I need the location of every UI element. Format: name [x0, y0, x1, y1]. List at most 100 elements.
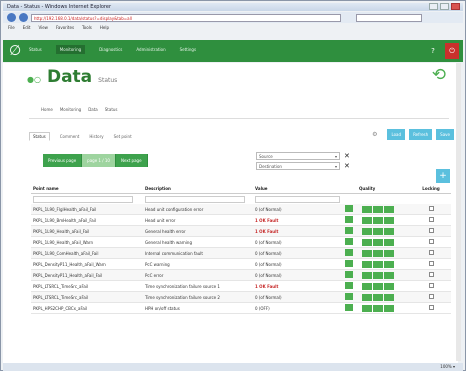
status-square	[345, 293, 353, 300]
cell-quality	[359, 227, 411, 235]
nav-monitoring[interactable]: Monitoring	[55, 45, 86, 54]
menu-help[interactable]: Help	[100, 24, 109, 32]
browser-menubar: File Edit View Favorites Tools Help	[3, 24, 463, 32]
forward-button[interactable]	[19, 13, 28, 22]
tab-history[interactable]: History	[89, 134, 103, 141]
table-row[interactable]: PKPL_DensityP11_Health_aFail_Fail PcC err…	[31, 270, 451, 281]
column-point-name[interactable]: Point name	[31, 186, 143, 191]
locking-checkbox[interactable]	[428, 283, 434, 288]
close-window-button[interactable]	[451, 3, 460, 10]
previous-page-button[interactable]: Previous page	[43, 154, 83, 167]
status-square	[345, 282, 353, 289]
page-header: ●○ Data Status	[27, 67, 117, 87]
page-indicator: page 1 / 10	[82, 154, 116, 167]
table-row[interactable]: PKPL_1L90_Health_aFail_Fail General healt…	[31, 226, 451, 237]
table-row[interactable]: PKPL_LTSRCL_TimeSrc_aFail Time synchroniz…	[31, 292, 451, 303]
column-description[interactable]: Description	[143, 186, 253, 191]
locking-checkbox[interactable]	[428, 272, 434, 277]
browser-search-input[interactable]	[356, 13, 422, 22]
chevron-down-icon: ▾	[334, 154, 337, 159]
logout-icon[interactable]: ⏻	[445, 43, 459, 59]
zoom-level[interactable]: 100% ▾	[440, 364, 455, 369]
nav-administration[interactable]: Administration	[136, 47, 165, 54]
clear-source-icon[interactable]: ✕	[344, 152, 350, 160]
locking-checkbox[interactable]	[428, 294, 434, 299]
maximize-button[interactable]	[440, 3, 449, 10]
tab-comment[interactable]: Comment	[60, 134, 80, 141]
address-bar[interactable]: http://192.168.0.1/data/status?=display&…	[31, 13, 341, 22]
description-filter-input[interactable]	[145, 195, 245, 203]
cell-quality	[359, 260, 411, 268]
status-square	[345, 249, 353, 256]
nav-diagnostics[interactable]: Diagnostics	[99, 47, 122, 54]
table-row[interactable]: PKPL_1L90_FlglHealth_aFail_Fail Head unit…	[31, 204, 451, 215]
point-name-filter-input[interactable]	[33, 195, 133, 203]
table-row[interactable]: PKPL_LTSRCL_TimeSrc_aFail Time synchroniz…	[31, 281, 451, 292]
nav-settings[interactable]: Settings	[180, 47, 196, 54]
window-titlebar: Data - Status - Windows Internet Explore…	[3, 3, 463, 11]
locking-checkbox[interactable]	[428, 239, 434, 244]
cell-quality	[359, 238, 411, 246]
cell-description: General health error	[145, 228, 186, 234]
divider	[29, 118, 449, 119]
menu-favorites[interactable]: Favorites	[56, 24, 74, 32]
breadcrumb-home[interactable]: Home	[41, 107, 53, 112]
locking-checkbox[interactable]	[428, 206, 434, 211]
table-row[interactable]: PKPL_1L90_ComHealth_aFail_Fail Internal c…	[31, 248, 451, 259]
menu-tools[interactable]: Tools	[82, 24, 92, 32]
minimize-button[interactable]	[429, 3, 438, 10]
locking-checkbox[interactable]	[428, 217, 434, 222]
menu-view[interactable]: View	[38, 24, 48, 32]
breadcrumb-data[interactable]: Data	[88, 107, 98, 112]
cell-point-name: PKPL_1L90_FlglHealth_aFail_Fail	[33, 206, 97, 212]
quality-bar	[362, 205, 372, 213]
table-row[interactable]: PKPL_DensityP11_Health_aFail_Warn PcC war…	[31, 259, 451, 270]
column-locking[interactable]: Locking	[411, 186, 451, 191]
quality-bar	[384, 271, 394, 279]
source-select[interactable]: Source ▾	[256, 152, 340, 160]
vertical-scrollbar[interactable]	[456, 63, 461, 361]
table-row[interactable]: PKPL_1L90_Health_aFail_Warn General healt…	[31, 237, 451, 248]
subtabs: Status Comment History Set point	[29, 132, 132, 141]
column-value[interactable]: Value	[253, 186, 345, 191]
quality-bar	[373, 282, 383, 290]
quality-bar	[373, 216, 383, 224]
cell-value: 0 (of Normal)	[255, 206, 282, 212]
quality-indicators	[359, 249, 411, 257]
add-icon[interactable]: +	[436, 169, 450, 183]
back-button[interactable]	[7, 13, 16, 22]
cell-quality	[359, 249, 411, 257]
quality-bar	[362, 260, 372, 268]
cell-status-square	[345, 249, 359, 257]
locking-checkbox[interactable]	[428, 250, 434, 255]
column-quality[interactable]: Quality	[359, 186, 411, 191]
settings-icon[interactable]: ⚙	[372, 131, 377, 138]
value-filter-input[interactable]	[255, 195, 340, 203]
destination-select[interactable]: Destination ▾	[256, 162, 340, 170]
nav-status[interactable]: Status	[29, 47, 42, 54]
breadcrumb-monitoring[interactable]: Monitoring	[60, 107, 81, 112]
quality-bar	[373, 227, 383, 235]
next-page-button[interactable]: Next page	[115, 154, 148, 167]
save-button[interactable]: Save	[436, 129, 454, 140]
cell-status-square	[345, 205, 359, 213]
locking-checkbox[interactable]	[428, 261, 434, 266]
clear-destination-icon[interactable]: ✕	[344, 162, 350, 170]
table-row[interactable]: PKPL_HPS2CHP_CBCx_aFail HPH on/off status…	[31, 303, 451, 314]
tab-status[interactable]: Status	[29, 132, 50, 141]
quality-bar	[373, 260, 383, 268]
locking-checkbox[interactable]	[428, 305, 434, 310]
cell-description: Head unit error	[145, 217, 176, 223]
cell-point-name: PKPL_LTSRCL_TimeSrc_aFail	[33, 294, 89, 300]
locking-checkbox[interactable]	[428, 228, 434, 233]
help-icon[interactable]: ?	[426, 43, 440, 59]
cell-value: 0 (of Normal)	[255, 294, 282, 300]
table-row[interactable]: PKPL_1L90_BmHealth_aFail_Fail Head unit e…	[31, 215, 451, 226]
window-controls	[429, 3, 460, 10]
tab-set-point[interactable]: Set point	[114, 134, 132, 141]
refresh-button[interactable]: Refresh	[409, 129, 433, 140]
load-button[interactable]: Load	[387, 129, 406, 140]
menu-file[interactable]: File	[8, 24, 15, 32]
cell-quality	[359, 271, 411, 279]
menu-edit[interactable]: Edit	[23, 24, 31, 32]
